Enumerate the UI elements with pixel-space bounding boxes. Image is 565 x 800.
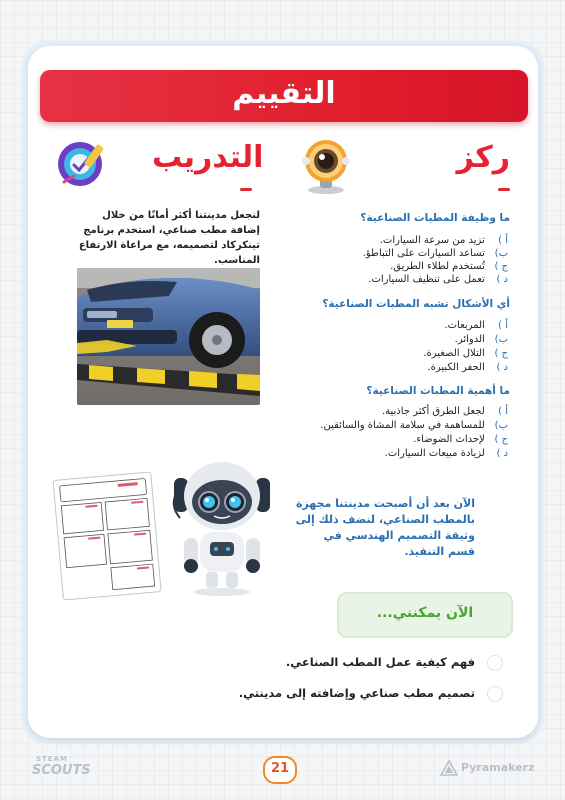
webcam-icon <box>300 136 352 194</box>
q1-option-a: أ ) تزيد من سرعة السيارات. <box>379 235 508 246</box>
pyramakerz-logo: Pyramakerz <box>461 761 535 774</box>
q2-option-b: ب) الدوائر. <box>454 334 508 345</box>
title-banner: التقييم <box>40 70 528 122</box>
question-3: ما أهمية المطبات الصناعية؟ <box>366 385 510 397</box>
steam-label: STEAM <box>36 755 68 763</box>
now-i-can-title: الآن يمكنني... <box>376 605 474 621</box>
question-2: أي الأشكال تشبه المطبات الصناعية؟ <box>322 298 510 310</box>
q3-option-a: أ ) لجعل الطرق أكثر جاذبية. <box>381 406 508 417</box>
pyramakerz-icon <box>439 759 459 776</box>
q2-option-c: ج ) التلال الصغيرة. <box>423 348 508 359</box>
training-description: لنجعل مدينتنا أكثر أمانًا من خلال إضافة … <box>78 210 260 266</box>
closing-text: الآن بعد أن أصبحت مدينتنا مجهزة بالمطب ا… <box>295 497 475 558</box>
q3-option-d: د ) لزيادة مبيعات السيارات. <box>384 448 508 459</box>
page-number: 21 <box>270 761 290 776</box>
speed-bump-photo <box>77 268 260 405</box>
question-1: ما وظيفة المطبات الصناعية؟ <box>360 212 510 224</box>
training-heading-underline <box>240 188 252 191</box>
page-number-badge: 21 <box>263 756 297 784</box>
q1-option-c: ج ) تُستخدم لطلاء الطريق. <box>390 261 508 272</box>
q2-option-d: د ) الحفر الكبيرة. <box>427 362 508 373</box>
goal-item-2: تصميم مطب صناعي وإضافته إلى مدينتي. <box>238 686 475 700</box>
page-title: التقييم <box>232 76 336 111</box>
q2-option-a: أ ) المربعات. <box>444 320 508 331</box>
focus-heading-underline <box>498 188 510 191</box>
q3-option-b: ب) للمساهمة في سلامة المشاة والسائقين. <box>320 420 508 431</box>
q1-option-d: د ) تعمل على تنظيف السيارات. <box>368 274 508 285</box>
scouts-logo: SCOUTS <box>32 763 91 778</box>
robot-illustration <box>166 458 278 598</box>
q3-option-c: ج ) لإحداث الضوضاء. <box>413 434 508 445</box>
focus-heading: ركز <box>456 140 510 175</box>
now-i-can-box: الآن يمكنني... <box>337 592 513 638</box>
goal-bullet-2 <box>487 686 503 702</box>
training-heading: التدريب <box>152 140 264 175</box>
worksheet-illustration <box>52 468 162 603</box>
edit-icon <box>56 138 106 190</box>
q1-option-b: ب) تساعد السيارات على التباطؤ. <box>362 248 508 259</box>
goal-item-1: فهم كيفية عمل المطب الصناعي. <box>285 655 475 669</box>
goal-bullet-1 <box>487 655 503 671</box>
